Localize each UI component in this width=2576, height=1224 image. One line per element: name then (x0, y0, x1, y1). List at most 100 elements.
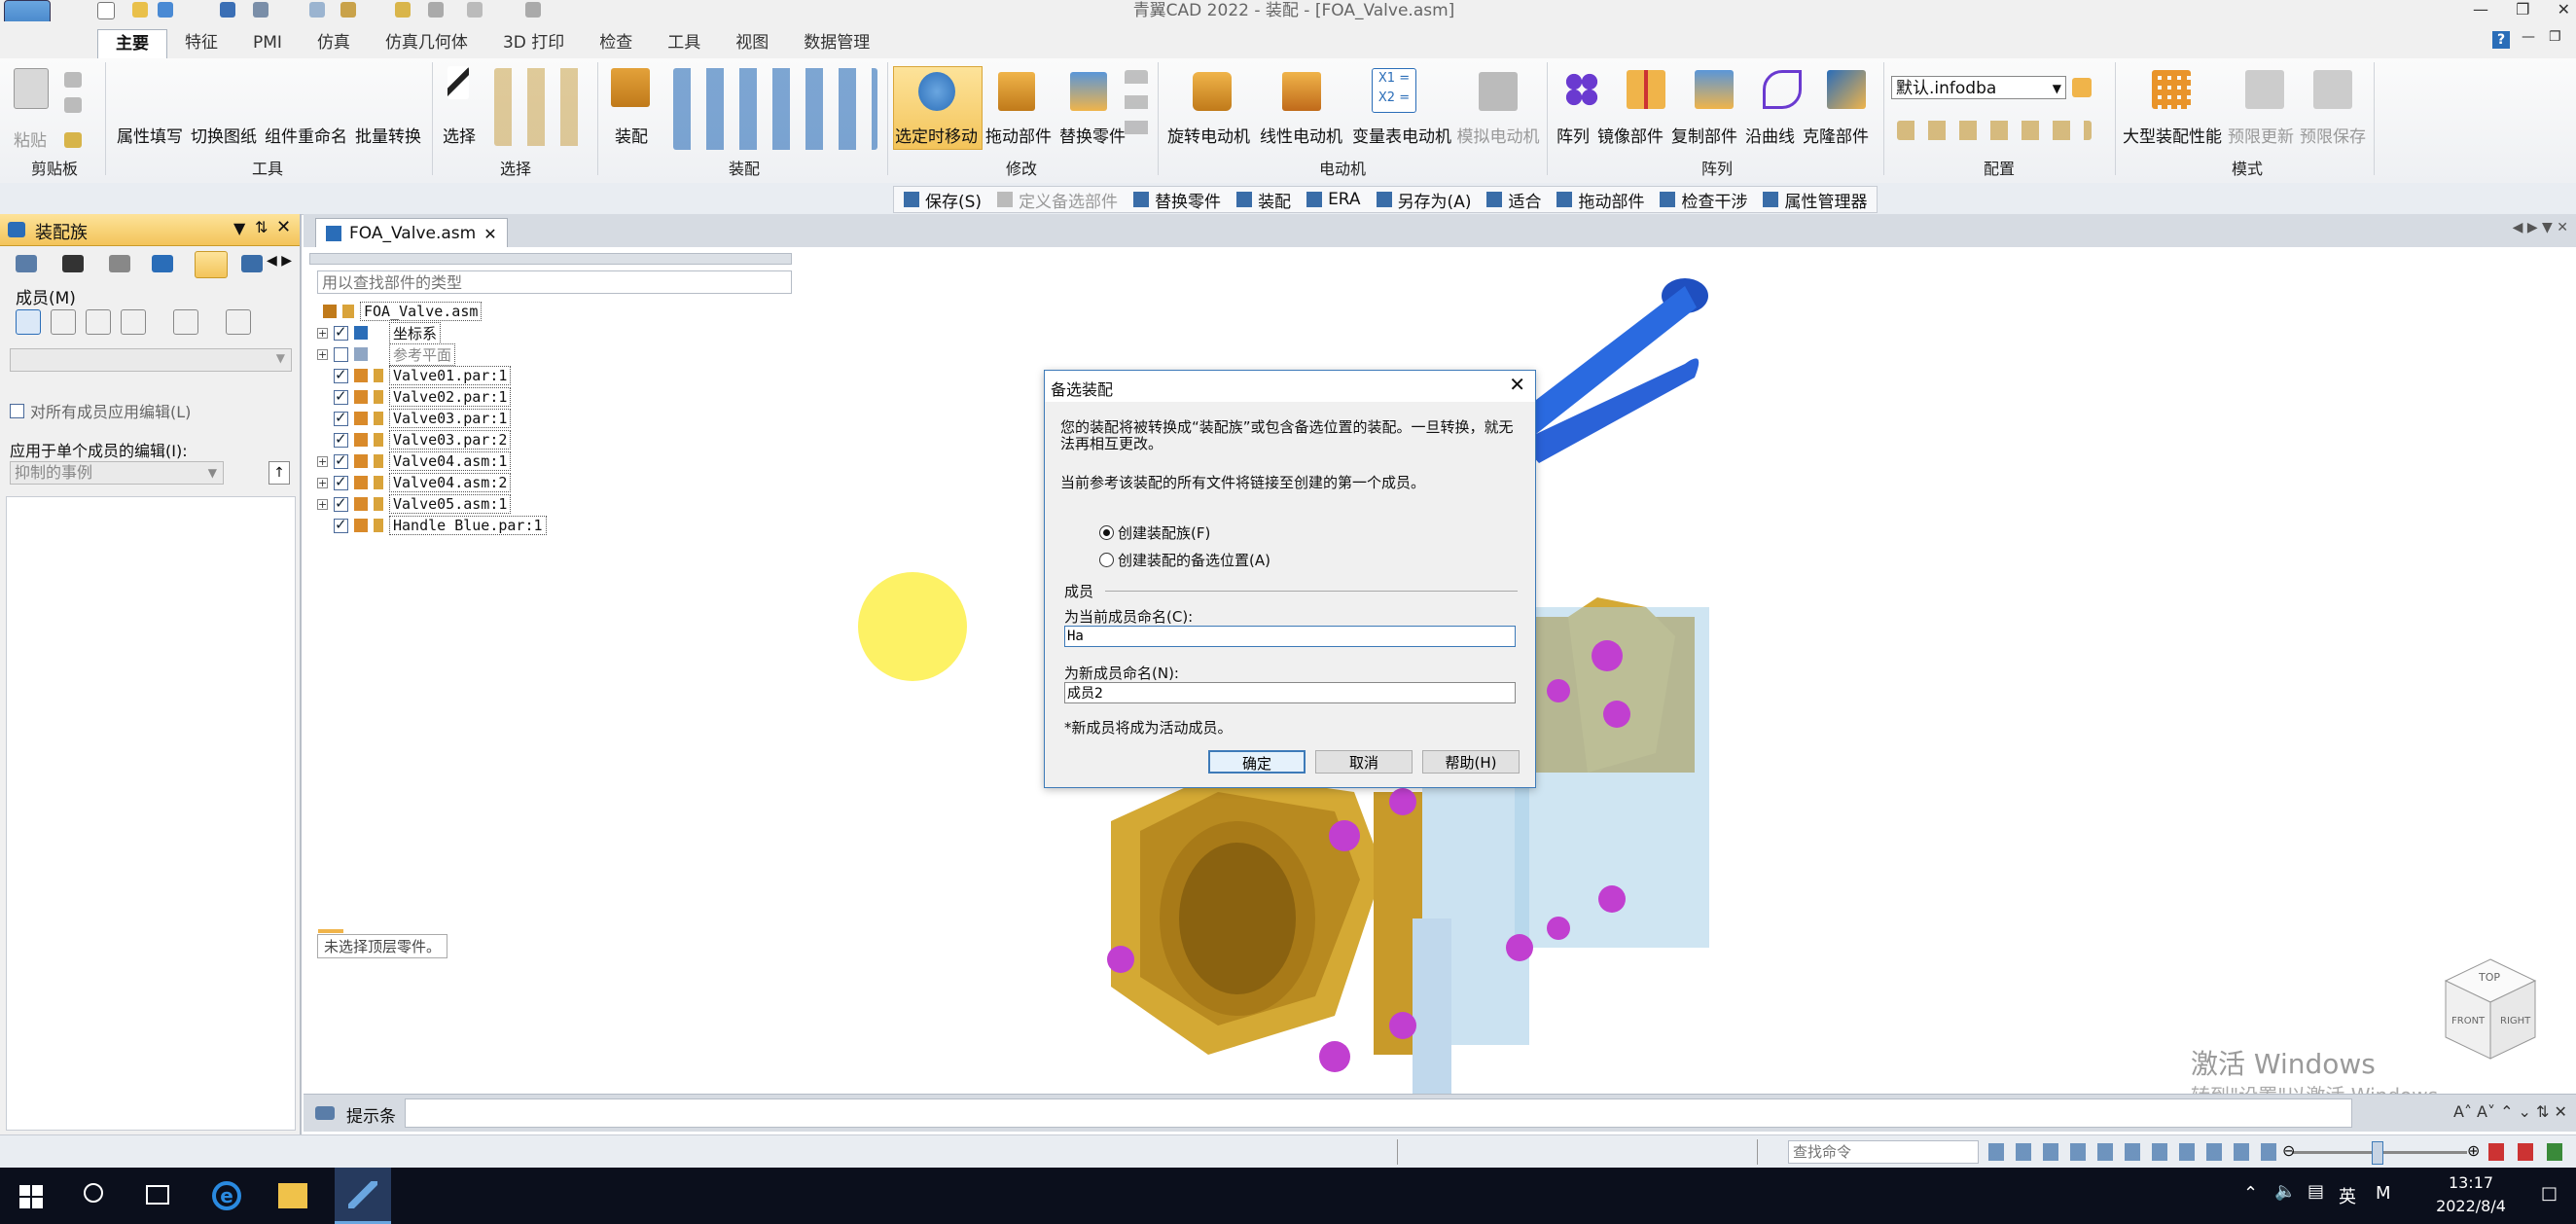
config-settings-icon[interactable] (2072, 78, 2092, 97)
tree-item[interactable]: Handle Blue.par:1 (317, 516, 547, 535)
quick-toolbar-button[interactable]: 装配 (1231, 187, 1297, 212)
visibility-checkbox[interactable] (334, 387, 348, 405)
view-cube-right[interactable]: RIGHT (2500, 1016, 2530, 1026)
windows-start-icon[interactable] (19, 1185, 43, 1208)
doc-nav-icons[interactable]: ◀ ▶ ▼ ✕ (2513, 220, 2568, 235)
tree-item[interactable]: + 坐标系 (317, 321, 442, 344)
menu-tab[interactable]: 特征 (167, 29, 235, 58)
config-small-icons[interactable] (1897, 121, 2092, 140)
copy-icon[interactable] (64, 97, 82, 113)
paste-button[interactable]: 粘贴 (6, 126, 54, 151)
menu-tab[interactable]: 仿真几何体 (368, 29, 485, 58)
format-painter-icon[interactable] (64, 132, 82, 148)
window-controls[interactable]: — ❐ ✕ (2473, 0, 2570, 21)
rotary-motor-icon[interactable] (1193, 72, 1232, 111)
rotary-motor-button[interactable]: 旋转电动机 (1167, 123, 1250, 147)
search-icon[interactable] (84, 1183, 103, 1203)
visibility-checkbox[interactable] (334, 366, 348, 383)
assembly-icon[interactable] (611, 68, 650, 107)
clone-part-button[interactable]: 克隆部件 (1803, 123, 1869, 147)
quick-toolbar-button[interactable]: 替换零件 (1127, 187, 1227, 212)
visibility-checkbox[interactable] (334, 451, 348, 469)
quick-access-icons[interactable] (97, 2, 584, 19)
select-tools-icons[interactable] (494, 68, 591, 146)
linear-motor-button[interactable]: 线性电动机 (1260, 123, 1342, 147)
zoom-out-icon[interactable]: ⊖ (2282, 1141, 2295, 1160)
paste-icon[interactable] (14, 68, 49, 109)
modify-small-icons[interactable] (1125, 70, 1148, 144)
switch-drawing-button[interactable]: 切换图纸 (191, 123, 257, 147)
tree-item[interactable]: Valve02.par:1 (317, 387, 512, 407)
limit-update-button[interactable]: 预限更新 (2228, 123, 2294, 147)
pattern-icon[interactable] (1562, 70, 1601, 109)
member-dropdown[interactable]: ▼ (10, 348, 292, 372)
variable-table-motor-button[interactable]: 变量表电动机 (1352, 123, 1451, 147)
select-arrow-icon[interactable] (447, 66, 469, 99)
file-explorer-icon[interactable] (278, 1183, 307, 1208)
visibility-checkbox[interactable] (334, 473, 348, 490)
tree-item[interactable]: + Valve05.asm:1 (317, 494, 512, 514)
select-button[interactable]: 选择 (440, 123, 479, 147)
expand-icon[interactable]: + (317, 498, 328, 510)
mirror-part-icon[interactable] (1627, 70, 1665, 109)
assembly-relations-icons[interactable] (673, 68, 877, 150)
radio-create-alternate[interactable]: 创建装配的备选位置(A) (1099, 550, 1270, 570)
command-search-input[interactable] (1788, 1140, 1979, 1164)
menu-tab[interactable]: 数据管理 (786, 29, 887, 58)
assembly-button[interactable]: 装配 (609, 123, 654, 147)
expand-icon[interactable]: + (317, 455, 328, 467)
quick-toolbar-button[interactable]: ERA (1301, 187, 1367, 212)
tree-item[interactable]: + Valve04.asm:1 (317, 451, 512, 471)
tree-search-input[interactable] (317, 270, 792, 294)
fill-properties-button[interactable]: 属性填写 (117, 123, 183, 147)
chevron-down-icon[interactable]: ▼ (2053, 77, 2061, 100)
prompt-bar-tools[interactable]: A˄ A˅ ⌃ ⌄ ⇅ ✕ (2453, 1102, 2567, 1121)
network-icon[interactable]: ▤ (2308, 1181, 2324, 1202)
zoom-slider-thumb[interactable] (2372, 1141, 2383, 1165)
component-rename-button[interactable]: 组件重命名 (265, 123, 347, 147)
graphics-window[interactable]: TOP FRONT RIGHT 激活 Windows 转到"设置"以激活 Win… (304, 247, 2576, 1094)
visibility-checkbox[interactable] (334, 346, 348, 362)
tree-item[interactable]: + Valve04.asm:2 (317, 473, 512, 492)
large-assembly-icon[interactable] (2152, 70, 2191, 109)
clone-part-icon[interactable] (1827, 70, 1866, 109)
replace-part-button[interactable]: 替换零件 (1059, 123, 1126, 147)
quick-toolbar-button[interactable]: 属性管理器 (1757, 187, 1873, 212)
expand-icon[interactable]: + (317, 477, 328, 488)
expand-icon[interactable]: + (317, 348, 328, 360)
ime-indicator[interactable]: 英 (2339, 1183, 2356, 1208)
limit-save-icon[interactable] (2313, 70, 2352, 109)
menu-tab[interactable]: 3D 打印 (485, 29, 582, 58)
view-tools-icons[interactable] (1988, 1143, 2280, 1161)
status-right-icons[interactable] (2488, 1143, 2572, 1161)
suppress-edit-button[interactable]: ↑ (268, 461, 290, 485)
cut-icon[interactable] (64, 72, 82, 88)
zoom-in-icon[interactable]: ⊕ (2467, 1141, 2480, 1160)
tab-close-icon[interactable]: ✕ (483, 225, 496, 243)
visibility-checkbox[interactable] (334, 430, 348, 448)
menu-tab[interactable]: 工具 (650, 29, 718, 58)
help-icon[interactable]: ? (2492, 31, 2510, 49)
help-button[interactable]: 帮助(H) (1422, 750, 1520, 774)
ie-icon[interactable]: e (212, 1181, 241, 1210)
panel-menu-icon[interactable]: ▼ (233, 219, 245, 237)
clock-date[interactable]: 2022/8/4 (2422, 1197, 2520, 1215)
chevron-down-icon[interactable]: ▼ (276, 351, 285, 365)
panel-close-icon[interactable]: ✕ (276, 217, 291, 237)
cancel-button[interactable]: 取消 (1315, 750, 1413, 774)
ok-button[interactable]: 确定 (1208, 750, 1306, 774)
quick-toolbar-button[interactable]: 定义备选部件 (991, 187, 1124, 212)
move-selected-icon[interactable] (918, 72, 955, 111)
view-cube-front[interactable]: FRONT (2451, 1016, 2485, 1026)
handle-lever[interactable] (1520, 278, 1708, 463)
menu-tab[interactable]: PMI (235, 29, 300, 58)
limit-update-icon[interactable] (2245, 70, 2284, 109)
simulate-motor-icon[interactable] (1479, 72, 1518, 111)
pin-icon[interactable]: ⇅ (255, 218, 268, 236)
close-icon[interactable]: ✕ (2558, 0, 2570, 21)
minimize-icon[interactable]: — (2473, 0, 2488, 21)
visibility-checkbox[interactable] (334, 323, 348, 341)
new-member-input[interactable] (1064, 682, 1516, 703)
suppress-dropdown[interactable]: 抑制的事例 ▼ (10, 461, 224, 485)
linear-motor-icon[interactable] (1282, 72, 1321, 111)
